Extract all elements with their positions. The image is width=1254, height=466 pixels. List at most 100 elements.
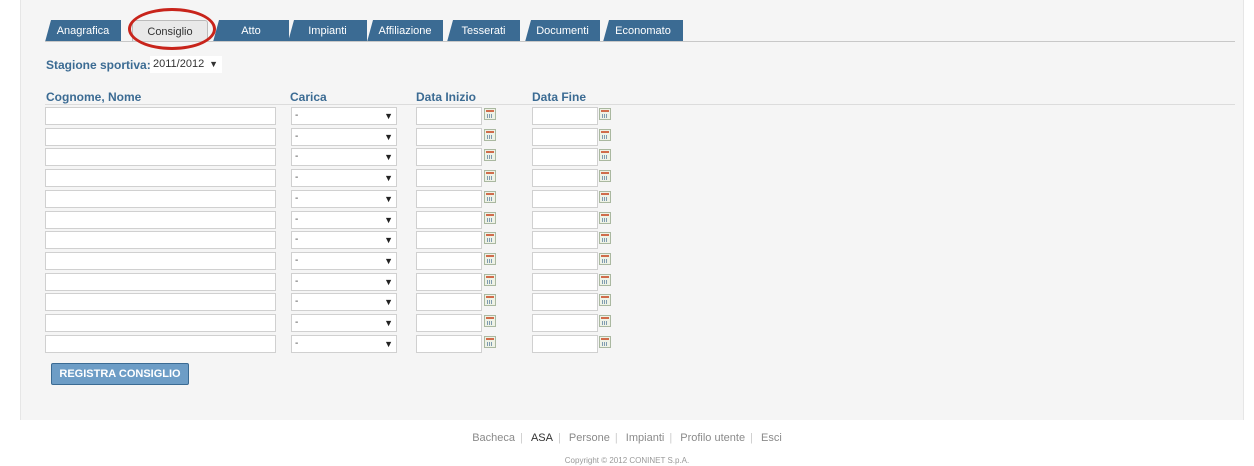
end-date-input[interactable] bbox=[532, 314, 598, 332]
role-value: - bbox=[295, 296, 299, 308]
name-input[interactable] bbox=[45, 148, 276, 167]
name-input[interactable] bbox=[45, 127, 276, 146]
end-date-input[interactable] bbox=[532, 293, 598, 312]
calendar-icon[interactable] bbox=[484, 190, 496, 203]
register-council-button[interactable]: REGISTRA CONSIGLIO bbox=[51, 363, 189, 385]
footer-link-asa[interactable]: ASA bbox=[526, 432, 558, 444]
name-input[interactable] bbox=[45, 251, 276, 270]
name-input[interactable] bbox=[45, 210, 276, 229]
chevron-down-icon: ▼ bbox=[384, 297, 393, 308]
end-date-input[interactable] bbox=[532, 272, 598, 291]
tab-documenti[interactable]: Documenti bbox=[525, 20, 600, 42]
role-select[interactable]: - ▼ bbox=[291, 293, 397, 312]
tab-economato[interactable]: Economato bbox=[603, 20, 683, 42]
calendar-icon[interactable] bbox=[599, 252, 611, 265]
tab-impianti[interactable]: Impianti bbox=[288, 20, 367, 42]
calendar-icon[interactable] bbox=[484, 108, 496, 120]
role-select[interactable]: - ▼ bbox=[291, 189, 397, 208]
calendar-icon[interactable] bbox=[599, 149, 611, 162]
calendar-icon[interactable] bbox=[599, 315, 611, 327]
calendar-icon[interactable] bbox=[484, 252, 496, 265]
calendar-icon[interactable] bbox=[484, 294, 496, 307]
start-date-input[interactable] bbox=[416, 293, 482, 312]
table-row: - ▼ bbox=[0, 148, 1254, 167]
end-date-input[interactable] bbox=[532, 169, 598, 188]
role-select[interactable]: - ▼ bbox=[291, 251, 397, 270]
calendar-icon[interactable] bbox=[599, 128, 611, 141]
highlight-circle bbox=[128, 8, 216, 50]
name-input[interactable] bbox=[45, 272, 276, 291]
tab-tesserati[interactable]: Tesserati bbox=[447, 20, 520, 42]
role-select[interactable]: - ▼ bbox=[291, 210, 397, 229]
calendar-icon[interactable] bbox=[599, 108, 611, 120]
chevron-down-icon: ▼ bbox=[384, 173, 393, 184]
calendar-icon[interactable] bbox=[484, 315, 496, 327]
start-date-input[interactable] bbox=[416, 210, 482, 229]
role-select[interactable]: - ▼ bbox=[291, 169, 397, 188]
calendar-icon[interactable] bbox=[484, 335, 496, 348]
calendar-icon[interactable] bbox=[484, 232, 496, 245]
end-date-input[interactable] bbox=[532, 127, 598, 146]
footer-link-profilo[interactable]: Profilo utente bbox=[675, 432, 750, 444]
start-date-input[interactable] bbox=[416, 334, 482, 353]
end-date-input[interactable] bbox=[532, 231, 598, 250]
name-input[interactable] bbox=[45, 169, 276, 188]
tab-affiliazione[interactable]: Affiliazione bbox=[367, 20, 443, 42]
name-input[interactable] bbox=[45, 314, 276, 332]
calendar-icon[interactable] bbox=[484, 273, 496, 286]
season-select[interactable]: 2011/2012 ▼ bbox=[150, 56, 222, 73]
calendar-icon[interactable] bbox=[599, 335, 611, 348]
calendar-icon[interactable] bbox=[599, 211, 611, 224]
role-select[interactable]: - ▼ bbox=[291, 231, 397, 250]
calendar-icon[interactable] bbox=[484, 149, 496, 162]
footer-link-esci[interactable]: Esci bbox=[756, 432, 787, 444]
calendar-icon[interactable] bbox=[484, 211, 496, 224]
calendar-icon[interactable] bbox=[599, 232, 611, 245]
start-date-input[interactable] bbox=[416, 314, 482, 332]
tab-anagrafica[interactable]: Anagrafica bbox=[45, 20, 121, 42]
end-date-input[interactable] bbox=[532, 251, 598, 270]
footer-link-impianti[interactable]: Impianti bbox=[621, 432, 670, 444]
start-date-input[interactable] bbox=[416, 272, 482, 291]
table-row: - ▼ bbox=[0, 127, 1254, 146]
role-select[interactable]: - ▼ bbox=[291, 127, 397, 146]
name-input[interactable] bbox=[45, 231, 276, 250]
tab-atto[interactable]: Atto bbox=[213, 20, 289, 42]
end-date-input[interactable] bbox=[532, 148, 598, 167]
start-date-input[interactable] bbox=[416, 189, 482, 208]
start-date-input[interactable] bbox=[416, 127, 482, 146]
name-input[interactable] bbox=[45, 334, 276, 353]
table-row: - ▼ bbox=[0, 231, 1254, 250]
role-select[interactable]: - ▼ bbox=[291, 272, 397, 291]
role-value: - bbox=[295, 337, 299, 349]
calendar-icon[interactable] bbox=[484, 170, 496, 183]
chevron-down-icon: ▼ bbox=[384, 255, 393, 266]
start-date-input[interactable] bbox=[416, 231, 482, 250]
name-input[interactable] bbox=[45, 107, 276, 125]
end-date-input[interactable] bbox=[532, 189, 598, 208]
start-date-input[interactable] bbox=[416, 169, 482, 188]
end-date-input[interactable] bbox=[532, 107, 598, 125]
start-date-input[interactable] bbox=[416, 251, 482, 270]
calendar-icon[interactable] bbox=[484, 128, 496, 141]
calendar-icon[interactable] bbox=[599, 273, 611, 286]
calendar-icon[interactable] bbox=[599, 294, 611, 307]
role-select[interactable]: - ▼ bbox=[291, 107, 397, 125]
role-select[interactable]: - ▼ bbox=[291, 334, 397, 353]
col-header-name: Cognome, Nome bbox=[46, 90, 142, 104]
end-date-input[interactable] bbox=[532, 334, 598, 353]
start-date-input[interactable] bbox=[416, 148, 482, 167]
footer-link-bacheca[interactable]: Bacheca bbox=[467, 432, 520, 444]
role-value: - bbox=[295, 317, 299, 328]
calendar-icon[interactable] bbox=[599, 170, 611, 183]
calendar-icon[interactable] bbox=[599, 190, 611, 203]
role-select[interactable]: - ▼ bbox=[291, 148, 397, 167]
name-input[interactable] bbox=[45, 189, 276, 208]
table-row: - ▼ bbox=[0, 210, 1254, 229]
chevron-down-icon: ▼ bbox=[384, 152, 393, 163]
name-input[interactable] bbox=[45, 293, 276, 312]
end-date-input[interactable] bbox=[532, 210, 598, 229]
footer-link-persone[interactable]: Persone bbox=[564, 432, 615, 444]
start-date-input[interactable] bbox=[416, 107, 482, 125]
role-select[interactable]: - ▼ bbox=[291, 314, 397, 332]
